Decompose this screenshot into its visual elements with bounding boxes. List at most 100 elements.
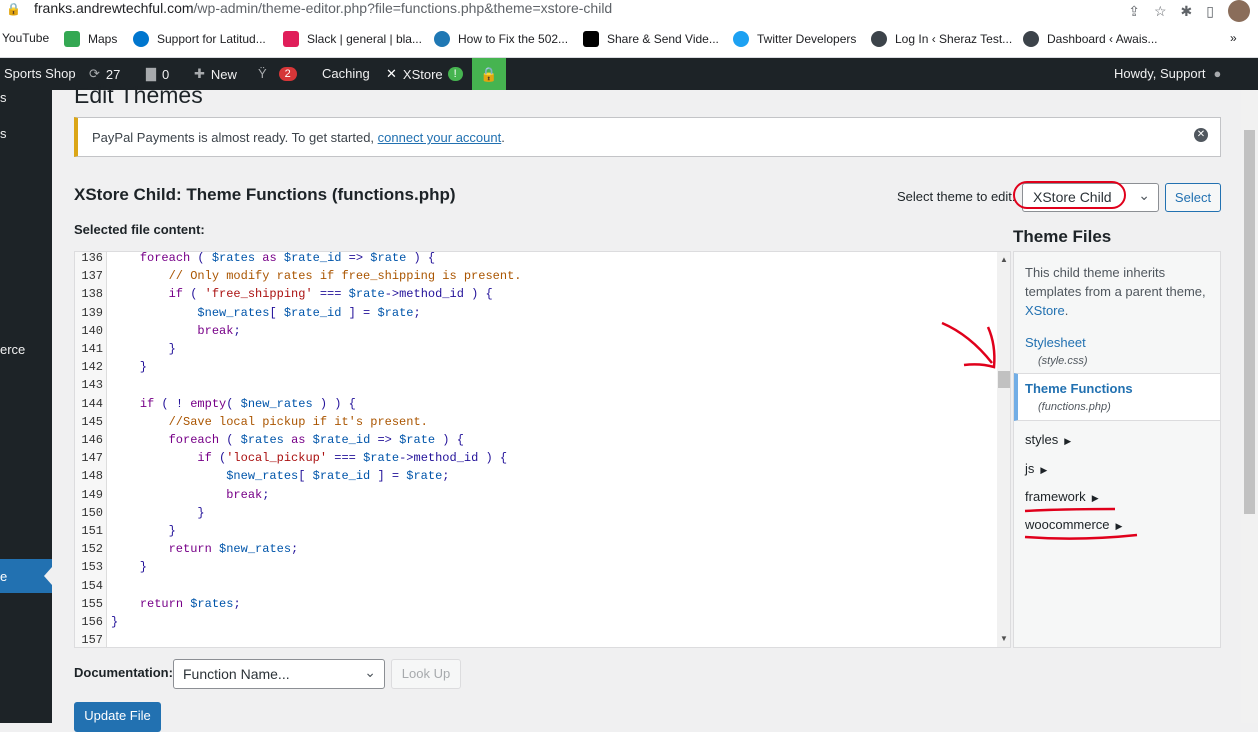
wordpress-icon xyxy=(1023,31,1039,47)
url-text[interactable]: franks.andrewtechful.com/wp-admin/theme-… xyxy=(34,0,612,16)
line-number: 143 xyxy=(81,378,103,393)
maps-icon xyxy=(64,31,80,47)
extensions-icon[interactable]: ✱ xyxy=(1181,3,1193,20)
comment-icon: ▇ xyxy=(146,66,156,81)
dismiss-icon[interactable]: ✕ xyxy=(1194,128,1208,142)
browser-url-bar[interactable]: 🔒 franks.andrewtechful.com/wp-admin/them… xyxy=(0,0,1258,22)
page-scroll-thumb[interactable] xyxy=(1244,130,1255,514)
line-number: 153 xyxy=(81,560,103,575)
star-icon[interactable]: ☆ xyxy=(1154,3,1167,20)
code-text: if ( 'free_shipping' === $rate->method_i… xyxy=(168,287,493,302)
line-number: 148 xyxy=(81,469,103,484)
bookmark-dashboard[interactable]: Dashboard ‹ Awais... xyxy=(1023,31,1158,47)
documentation-label: Documentation: xyxy=(74,665,173,680)
documentation-select[interactable]: Function Name... ⌄ xyxy=(173,659,385,689)
bookmark-login[interactable]: Log In ‹ Sheraz Test... xyxy=(871,31,1012,47)
code-text: break; xyxy=(226,487,270,502)
code-text: $new_rates[ $rate_id ] = $rate; xyxy=(197,305,421,320)
sidebar-item-fragment[interactable]: s xyxy=(0,126,7,141)
code-text: return $rates; xyxy=(139,596,241,611)
bookmark-twitter[interactable]: Twitter Developers xyxy=(733,31,856,47)
yoast-badge: 2 xyxy=(278,66,297,81)
bookmark-youtube[interactable]: YouTube xyxy=(2,31,49,45)
line-number: 144 xyxy=(81,396,103,411)
select-button[interactable]: Select xyxy=(1165,183,1221,212)
site-icon xyxy=(434,31,450,47)
line-number: 141 xyxy=(81,342,103,356)
active-indicator xyxy=(44,567,52,585)
comments-link[interactable]: ▇ 0 xyxy=(146,66,169,82)
line-number: 156 xyxy=(81,615,103,629)
sidebar-item-label: e xyxy=(0,569,8,584)
line-number: 145 xyxy=(81,414,103,429)
bookmark-502[interactable]: How to Fix the 502... xyxy=(434,31,568,47)
line-number: 150 xyxy=(81,505,103,520)
lock-icon: 🔒 xyxy=(6,2,21,16)
page-title: Edit Themes xyxy=(74,82,203,108)
line-number: 146 xyxy=(81,433,103,447)
line-number: 151 xyxy=(81,524,103,538)
chevron-down-icon: ⌄ xyxy=(364,664,376,680)
code-text: } xyxy=(111,560,148,575)
code-text: foreach ( $rates as $rate_id => $rate ) … xyxy=(168,433,464,447)
xstore-link[interactable]: ✕ XStore! xyxy=(386,66,463,82)
bookmark-vimeo[interactable]: Share & Send Vide... xyxy=(583,31,719,47)
sidebar-item-woocommerce[interactable]: erce xyxy=(0,342,25,357)
share-icon[interactable]: ⇪ xyxy=(1128,3,1140,20)
new-content-link[interactable]: ✚ New xyxy=(194,66,237,82)
code-text: } xyxy=(111,360,148,375)
annotation-circle xyxy=(1013,181,1126,209)
howdy-account-link[interactable]: Howdy, Support ● xyxy=(1114,66,1221,81)
code-editor[interactable]: 136 foreach ( $rates as $rate_id => $rat… xyxy=(74,251,1011,648)
profile-avatar[interactable] xyxy=(1228,0,1250,22)
update-file-button[interactable]: Update File xyxy=(74,702,161,732)
line-number: 138 xyxy=(81,287,103,302)
line-number: 147 xyxy=(81,451,103,466)
bookmark-dell[interactable]: Support for Latitud... xyxy=(133,31,266,47)
theme-files-heading: Theme Files xyxy=(1013,227,1112,246)
scroll-down-icon[interactable]: ▼ xyxy=(1000,634,1008,643)
line-number: 155 xyxy=(81,596,103,611)
page-scrollbar[interactable] xyxy=(1241,90,1258,723)
file-heading: XStore Child: Theme Functions (functions… xyxy=(74,185,456,204)
site-name-link[interactable]: Sports Shop xyxy=(4,66,76,81)
yoast-link[interactable]: Ÿ2 xyxy=(258,66,297,81)
paypal-notice: PayPal Payments is almost ready. To get … xyxy=(74,117,1221,157)
connect-account-link[interactable]: connect your account xyxy=(378,130,502,145)
alert-icon: ! xyxy=(447,67,463,81)
annotation-scribbles xyxy=(941,321,1138,540)
bookmarks-bar: YouTube Maps Support for Latitud... Slac… xyxy=(0,22,1258,58)
sidepanel-icon[interactable]: ▯ xyxy=(1206,3,1214,20)
bookmark-slack[interactable]: Slack | general | bla... xyxy=(283,31,422,47)
code-text: foreach ( $rates as $rate_id => $rate ) … xyxy=(139,251,436,265)
chevron-down-icon: ⌄ xyxy=(1138,187,1150,203)
sidebar-item-fragment[interactable]: s xyxy=(0,90,7,105)
notice-text: PayPal Payments is almost ready. To get … xyxy=(92,130,505,145)
bookmarks-overflow-icon[interactable]: » xyxy=(1230,31,1237,45)
code-text: } xyxy=(111,342,176,356)
line-number: 154 xyxy=(81,578,103,593)
line-number: 136 xyxy=(81,251,103,265)
yoast-icon: Ÿ xyxy=(258,66,267,81)
line-number: 142 xyxy=(81,360,103,375)
code-text: if ( ! empty( $new_rates ) ) { xyxy=(139,396,356,411)
wordpress-icon xyxy=(871,31,887,47)
caching-link[interactable]: Caching xyxy=(322,66,370,81)
updates-link[interactable]: ⟳ 27 xyxy=(89,66,120,82)
look-up-button[interactable]: Look Up xyxy=(391,659,461,689)
x-icon: ✕ xyxy=(386,66,397,81)
selected-file-label: Selected file content: xyxy=(74,222,205,237)
code-text: //Save local pickup if it's present. xyxy=(111,414,428,429)
bookmark-maps[interactable]: Maps xyxy=(64,31,117,47)
refresh-icon: ⟳ xyxy=(89,66,100,81)
lock-status-icon[interactable]: 🔒 xyxy=(472,58,506,90)
v-icon xyxy=(583,31,599,47)
inherit-note: This child theme inherits templates from… xyxy=(1025,265,1206,318)
line-number: 157 xyxy=(81,633,103,648)
code-text: $new_rates[ $rate_id ] = $rate; xyxy=(226,469,450,484)
scroll-up-icon[interactable]: ▲ xyxy=(1000,255,1008,264)
plus-icon: ✚ xyxy=(194,66,205,81)
code-text: // Only modify rates if free_shipping is… xyxy=(111,269,522,284)
dell-icon xyxy=(133,31,149,47)
select-theme-label: Select theme to edit: xyxy=(897,189,1016,204)
